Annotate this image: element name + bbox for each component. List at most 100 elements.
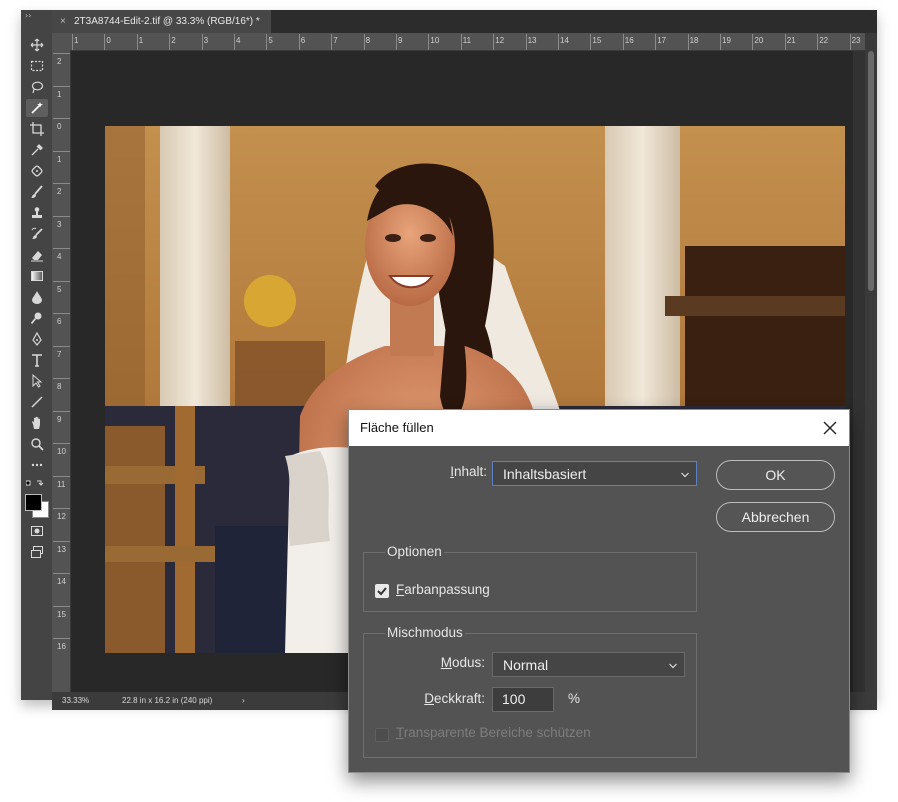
- dodge-tool[interactable]: [26, 309, 48, 327]
- blending-group-label: Mischmodus: [385, 625, 465, 640]
- color-adaptation-label[interactable]: Farbanpassung: [396, 582, 490, 597]
- ruler-v-label: 9: [57, 414, 62, 424]
- ruler-v-label: 6: [57, 317, 62, 326]
- ruler-h-tick: [72, 34, 73, 50]
- type-tool[interactable]: [26, 351, 48, 369]
- brush-tool[interactable]: [26, 183, 48, 201]
- move-tool[interactable]: [26, 36, 48, 54]
- default-colors-swap[interactable]: [25, 478, 46, 490]
- zoom-icon: [31, 438, 44, 451]
- ruler-h-tick: [687, 34, 689, 50]
- ruler-origin[interactable]: [52, 33, 70, 51]
- lasso-tool[interactable]: [26, 78, 48, 96]
- ruler-h-label: 10: [430, 36, 440, 45]
- ruler-v-label: 3: [57, 219, 62, 229]
- blend-mode-select[interactable]: Normal: [492, 652, 685, 677]
- screen-mode-button[interactable]: [26, 543, 48, 561]
- ruler-v-label: 2: [57, 187, 62, 196]
- gradient-tool[interactable]: [26, 267, 48, 285]
- close-icon[interactable]: [821, 419, 839, 437]
- ruler-h-tick: [558, 34, 559, 50]
- panel-grip[interactable]: ››: [25, 11, 31, 20]
- ruler-h-tick: [104, 34, 106, 50]
- zoom-tool[interactable]: [26, 435, 48, 453]
- crop-icon: [30, 122, 44, 136]
- horizontal-ruler[interactable]: 1 0 1 2 3 4 5 6 7 8 9 10 11 12 13 14 15 16 17 18 19 20 21 22 23: [70, 33, 865, 51]
- eraser-tool[interactable]: [26, 246, 48, 264]
- magic-wand-tool[interactable]: [26, 99, 48, 117]
- mode-label: Modus:: [440, 655, 485, 670]
- ruler-h-label: 21: [786, 36, 796, 45]
- marquee-tool[interactable]: [26, 57, 48, 75]
- lasso-icon: [31, 81, 44, 94]
- scrollbar-thumb[interactable]: [868, 51, 874, 291]
- close-tab-icon[interactable]: ×: [60, 10, 66, 33]
- ruler-h-label: 6: [300, 36, 306, 45]
- history-brush-tool[interactable]: [26, 225, 48, 243]
- ruler-h-tick: [363, 34, 365, 50]
- quick-mask-button[interactable]: [26, 522, 48, 540]
- status-menu-arrow[interactable]: ›: [242, 692, 245, 710]
- hand-tool[interactable]: [26, 414, 48, 432]
- preserve-transparency-checkbox[interactable]: [375, 728, 389, 742]
- opacity-input[interactable]: 100: [492, 687, 554, 712]
- move-icon: [30, 38, 44, 52]
- blend-mode-value: Normal: [503, 657, 549, 673]
- chevron-down-icon: [681, 472, 689, 478]
- ruler-h-tick: [428, 34, 430, 50]
- ruler-v-tick: [53, 313, 70, 314]
- ruler-h-label: 15: [592, 36, 602, 45]
- clone-stamp-tool[interactable]: [26, 204, 48, 222]
- ruler-v-label: 12: [57, 512, 66, 521]
- ruler-v-tick: [53, 280, 70, 282]
- ruler-v-tick: [53, 345, 70, 347]
- ruler-h-tick: [136, 34, 138, 50]
- ruler-h-label: 0: [106, 36, 111, 45]
- zoom-level[interactable]: 33.33%: [62, 692, 89, 710]
- color-adaptation-checkbox[interactable]: [375, 584, 389, 598]
- more-tools-button[interactable]: [26, 456, 48, 474]
- eyedropper-icon: [31, 144, 43, 156]
- document-title: 2T3A8744-Edit-2.tif @ 33.3% (RGB/16*) *: [74, 16, 260, 27]
- content-select[interactable]: Inhaltsbasiert: [492, 461, 697, 486]
- vertical-ruler[interactable]: 2 1 0 1 2 3 4 5 6 7 8 9 10 11 12 13 14 15 16: [52, 51, 71, 692]
- content-select-value: Inhaltsbasiert: [503, 466, 587, 482]
- more-tools-icon: [31, 463, 43, 467]
- foreground-color-swatch[interactable]: [25, 494, 42, 511]
- ruler-h-label: 17: [657, 36, 667, 45]
- eraser-icon: [31, 251, 43, 262]
- dodge-icon: [30, 312, 42, 325]
- eyedropper-tool[interactable]: [26, 141, 48, 159]
- healing-brush-tool[interactable]: [26, 162, 48, 180]
- line-tool[interactable]: [26, 393, 48, 411]
- ruler-h-label: 11: [462, 36, 472, 45]
- fill-dialog: Fläche füllen Inhalt: Inhaltsbasiert OK …: [348, 409, 850, 773]
- ruler-h-label: 19: [722, 36, 731, 45]
- ruler-h-label: 18: [689, 36, 699, 45]
- pen-tool[interactable]: [26, 330, 48, 348]
- ruler-v-label: 1: [57, 154, 62, 164]
- tools-panel: ››: [21, 10, 53, 700]
- blur-tool[interactable]: [26, 288, 48, 306]
- document-tab[interactable]: × 2T3A8744-Edit-2.tif @ 33.3% (RGB/16*) …: [52, 10, 271, 33]
- ok-button[interactable]: OK: [716, 460, 835, 490]
- ruler-h-label: 2: [171, 36, 176, 45]
- content-label: Inhalt:: [450, 464, 487, 479]
- ruler-v-label: 8: [57, 382, 62, 391]
- gradient-icon: [31, 271, 43, 281]
- vertical-scrollbar[interactable]: [865, 33, 877, 692]
- dialog-titlebar[interactable]: Fläche füllen: [349, 410, 849, 446]
- preserve-transparency-label[interactable]: Transparente Bereiche schützen: [396, 725, 591, 740]
- ruler-h-tick: [590, 34, 592, 50]
- document-dimensions: 22.8 in x 16.2 in (240 ppi): [122, 696, 213, 705]
- chevron-down-icon: [669, 663, 677, 669]
- crop-tool[interactable]: [26, 120, 48, 138]
- hand-icon: [32, 416, 40, 429]
- ruler-h-tick: [298, 34, 300, 50]
- ruler-v-label: 16: [57, 642, 66, 651]
- cancel-button[interactable]: Abbrechen: [716, 502, 835, 532]
- ruler-h-label: 22: [819, 36, 829, 45]
- brush-icon: [31, 185, 43, 198]
- path-selection-tool[interactable]: [26, 372, 48, 390]
- ruler-v-tick: [53, 53, 70, 54]
